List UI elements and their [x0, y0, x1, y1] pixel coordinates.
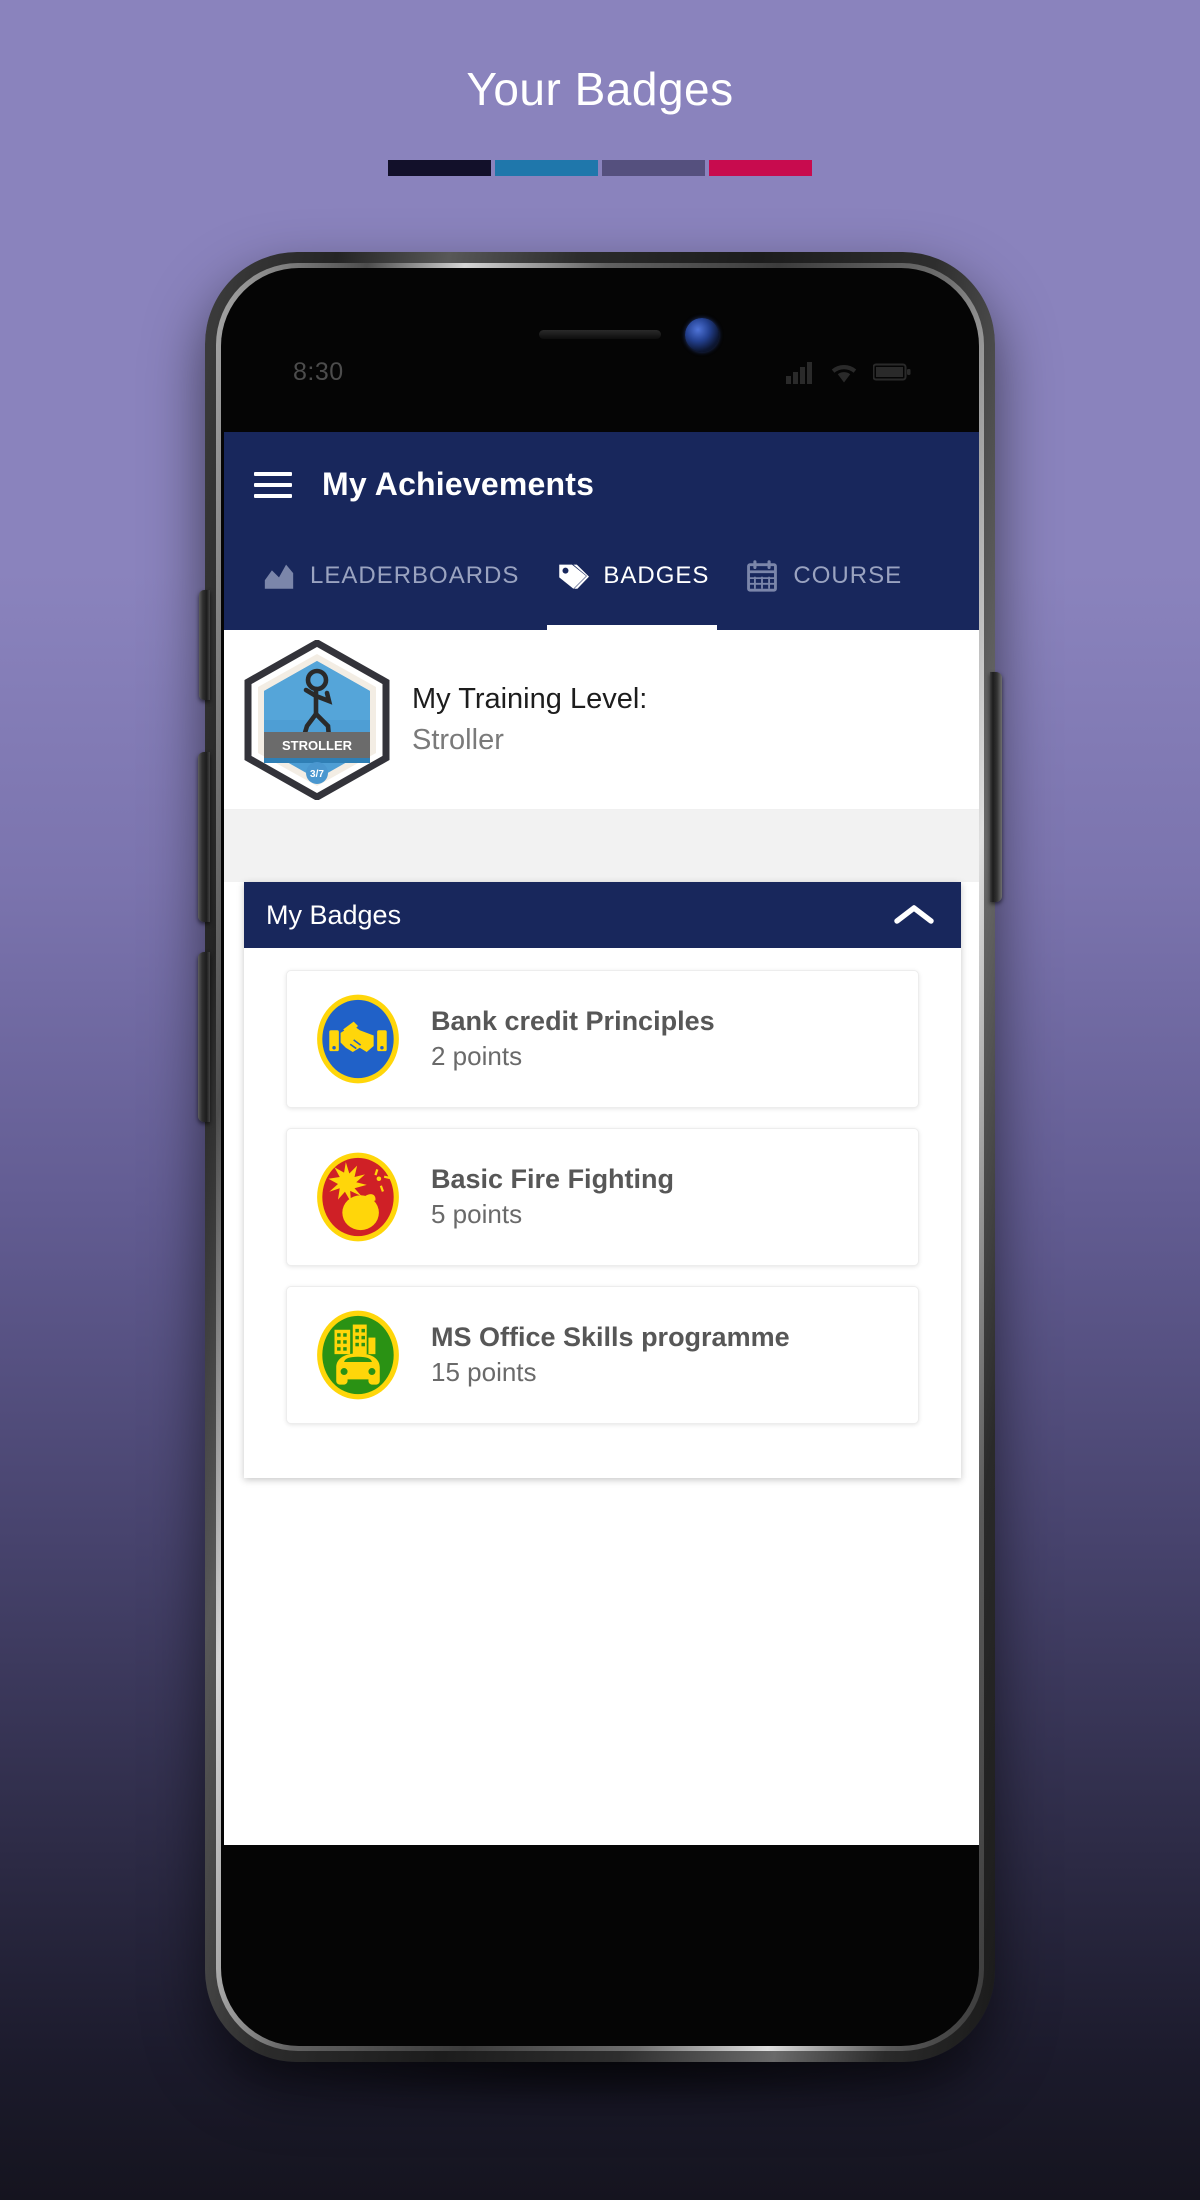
my-badges-panel-title: My Badges [266, 899, 402, 930]
tab-label-leaderboards: LEADERBOARDS [310, 562, 520, 589]
badge-points: 2 points [431, 1041, 523, 1071]
tab-label-badges: BADGES [603, 562, 710, 589]
tab-bar: LEADERBOARDS BADGES COURSE [224, 537, 979, 630]
signal-icon [786, 362, 812, 384]
badge-name: Basic Fire Fighting [431, 1164, 675, 1194]
battery-icon [873, 363, 911, 381]
my-badges-panel: My Badges Bank credit Principles 2 point… [244, 882, 961, 1478]
hamburger-menu-icon[interactable] [254, 471, 292, 498]
my-badges-list: Bank credit Principles 2 points Basic Fi… [244, 948, 961, 1478]
badge-text: MS Office Skills programme 15 points [431, 1322, 790, 1388]
my-badges-panel-header[interactable]: My Badges [244, 882, 961, 948]
phone-mockup: 8:30 My Achievements LEADERBOARDS BADGES… [198, 252, 1002, 2062]
badge-text: Bank credit Principles 2 points [431, 1006, 715, 1072]
page-title: Your Badges [466, 63, 734, 115]
accent-segment-purple [602, 160, 705, 176]
badge-name: MS Office Skills programme [431, 1322, 790, 1352]
phone-power-button[interactable] [990, 672, 1002, 902]
level-badge-progress: 3/7 [310, 769, 324, 780]
phone-volume-down-button[interactable] [198, 952, 210, 1122]
app-bar-title: My Achievements [322, 466, 595, 502]
badge-points: 15 points [431, 1357, 537, 1387]
status-bar: 8:30 [221, 346, 979, 398]
earpiece-speaker [539, 330, 661, 339]
badge-list-item[interactable]: MS Office Skills programme 15 points [286, 1286, 919, 1424]
training-level-text: My Training Level: Stroller [412, 683, 647, 757]
accent-segment-crimson [709, 160, 812, 176]
tab-active-underline [547, 625, 718, 630]
accent-segment-navy [388, 160, 491, 176]
status-icon-group [785, 360, 911, 384]
section-divider [224, 810, 979, 882]
chevron-up-icon[interactable] [893, 902, 935, 928]
wifi-icon [831, 365, 857, 383]
badge-name: Bank credit Principles [431, 1006, 715, 1036]
tab-course[interactable]: COURSE [727, 537, 920, 630]
training-level-card: STROLLER 3/7 My Training Level: Stroller [224, 630, 979, 810]
app-bar: My Achievements [224, 432, 979, 537]
hexagon-level-badge: STROLLER 3/7 [244, 639, 390, 800]
bomb-icon [317, 1152, 399, 1242]
level-badge-label: STROLLER [282, 738, 353, 753]
app-screen: My Achievements LEADERBOARDS BADGES COUR… [224, 432, 979, 1845]
tab-badges[interactable]: BADGES [537, 537, 727, 630]
badge-list-item[interactable]: Bank credit Principles 2 points [286, 970, 919, 1108]
phone-screen-body: 8:30 My Achievements LEADERBOARDS BADGES… [221, 268, 979, 2046]
accent-segment-blue [495, 160, 598, 176]
tag-icon [559, 564, 590, 589]
phone-mute-switch[interactable] [199, 590, 210, 700]
badge-points: 5 points [431, 1199, 523, 1229]
calendar-icon [747, 560, 778, 592]
badge-list-item[interactable]: Basic Fire Fighting 5 points [286, 1128, 919, 1266]
city-car-icon [317, 1310, 399, 1400]
training-level-title: My Training Level: [412, 682, 648, 715]
handshake-icon [317, 994, 399, 1084]
badge-text: Basic Fire Fighting 5 points [431, 1164, 674, 1230]
tab-label-course: COURSE [793, 562, 903, 589]
chart-icon [264, 564, 294, 589]
training-level-value: Stroller [412, 723, 504, 756]
accent-bar [388, 160, 812, 176]
tab-leaderboards[interactable]: LEADERBOARDS [244, 537, 537, 630]
status-time: 8:30 [293, 357, 344, 386]
phone-volume-up-button[interactable] [198, 752, 210, 922]
